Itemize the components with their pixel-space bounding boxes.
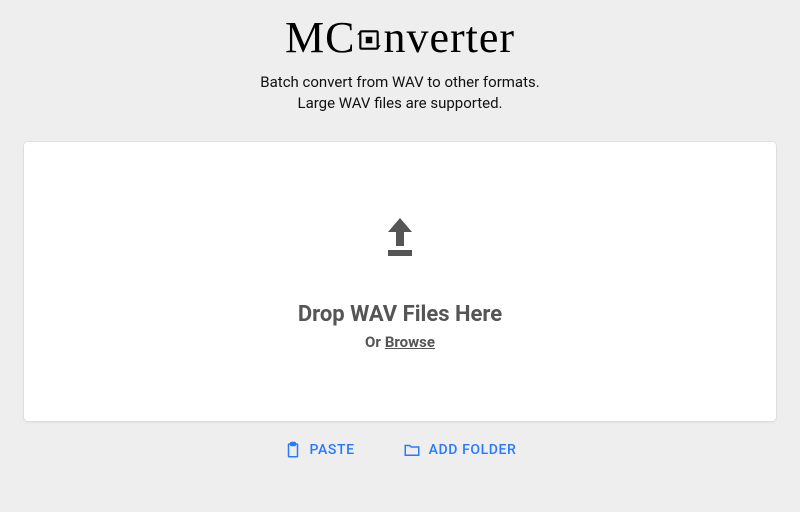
clipboard-icon	[284, 441, 302, 459]
add-folder-label: ADD FOLDER	[429, 442, 517, 458]
paste-label: PASTE	[310, 442, 355, 458]
add-folder-button[interactable]: ADD FOLDER	[399, 435, 521, 465]
or-label: Or	[365, 333, 381, 351]
browse-link[interactable]: Browse	[385, 333, 435, 351]
dropzone-subtext: Or Browse	[365, 333, 435, 351]
app-logo: MC nverter	[285, 16, 515, 60]
folder-icon	[403, 441, 421, 459]
upload-icon	[376, 212, 424, 264]
paste-button[interactable]: PASTE	[280, 435, 359, 465]
page-subtitle: Batch convert from WAV to other formats.…	[260, 72, 539, 114]
file-dropzone[interactable]: Drop WAV Files Here Or Browse	[24, 142, 776, 421]
logo-text-left: MC	[285, 16, 355, 60]
action-bar: PASTE ADD FOLDER	[280, 435, 521, 465]
logo-text-right: nverter	[383, 16, 515, 60]
dropzone-title: Drop WAV Files Here	[298, 302, 502, 327]
convert-icon	[356, 27, 382, 53]
